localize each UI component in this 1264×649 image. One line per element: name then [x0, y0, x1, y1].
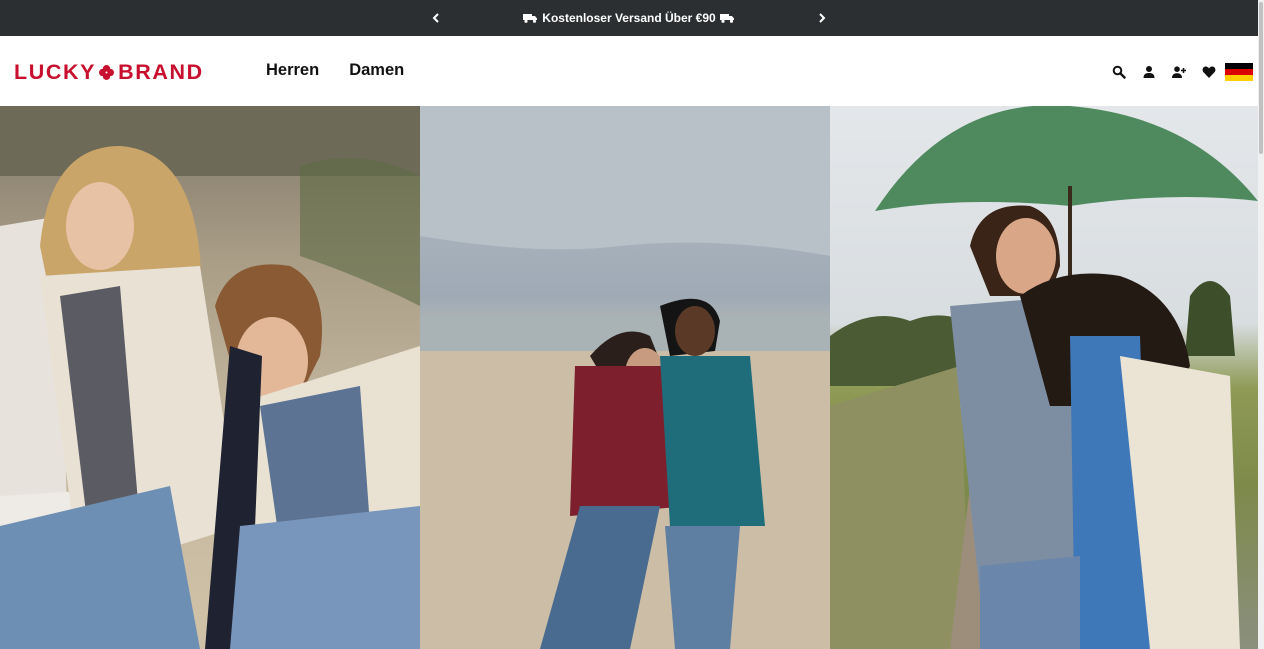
- nav-item-herren[interactable]: Herren: [266, 61, 319, 80]
- hero-banner: [0, 106, 1258, 649]
- brand-logo[interactable]: LUCKY BRAND: [14, 60, 204, 85]
- logo-word-lucky: LUCKY: [14, 60, 97, 84]
- promo-bar: Kostenloser Versand Über €90: [0, 0, 1258, 36]
- search-icon: [1112, 65, 1126, 79]
- site-header: LUCKY BRAND Herren Damen: [0, 36, 1258, 106]
- promo-next-arrow[interactable]: [810, 0, 834, 36]
- header-utilities: [1099, 62, 1253, 82]
- account-icon: [1143, 66, 1155, 78]
- register-button[interactable]: [1169, 62, 1189, 82]
- page-scrollbar[interactable]: [1258, 0, 1264, 649]
- hero-photo-2: [420, 106, 830, 649]
- chevron-right-icon: [819, 13, 826, 23]
- wishlist-button[interactable]: [1199, 62, 1219, 82]
- promo-text: Kostenloser Versand Über €90: [542, 11, 716, 25]
- wishlist-heart-icon: [1202, 66, 1216, 78]
- truck-icon: [719, 14, 734, 23]
- account-button[interactable]: [1139, 62, 1159, 82]
- chevron-left-icon: [432, 13, 439, 23]
- search-button[interactable]: [1109, 62, 1129, 82]
- scrollbar-thumb[interactable]: [1259, 2, 1263, 154]
- clover-icon: [99, 65, 115, 80]
- hero-photo-1: [0, 106, 420, 649]
- germany-flag-icon[interactable]: [1225, 63, 1253, 81]
- logo-word-brand: BRAND: [118, 60, 204, 84]
- nav-item-damen[interactable]: Damen: [349, 61, 404, 80]
- hero-photo-3: [830, 106, 1258, 649]
- add-user-icon: [1172, 66, 1186, 78]
- promo-prev-arrow[interactable]: [424, 0, 448, 36]
- hero-image-couple-beach-dunes[interactable]: [0, 106, 420, 649]
- hero-image-couple-beach-puffer-jackets[interactable]: [420, 106, 830, 649]
- promo-message[interactable]: Kostenloser Versand Über €90: [523, 11, 734, 25]
- truck-icon: [523, 14, 538, 23]
- main-nav: Herren Damen: [266, 61, 404, 80]
- hero-image-couple-umbrella-boardwalk[interactable]: [830, 106, 1258, 649]
